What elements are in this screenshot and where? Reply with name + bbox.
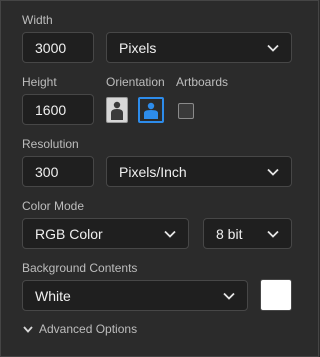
artboards-label: Artboards xyxy=(176,75,229,89)
bit-depth-select[interactable]: 8 bit xyxy=(203,218,292,249)
height-label: Height xyxy=(22,75,57,89)
chevron-down-icon xyxy=(223,292,235,300)
chevron-down-icon xyxy=(23,325,33,333)
width-value: 3000 xyxy=(35,39,67,56)
background-contents-value: White xyxy=(35,287,71,304)
background-contents-label: Background Contents xyxy=(22,261,138,275)
resolution-input[interactable]: 300 xyxy=(22,156,94,187)
resolution-unit-value: Pixels/Inch xyxy=(119,163,187,180)
orientation-label: Orientation xyxy=(106,75,165,89)
artboards-checkbox[interactable] xyxy=(178,103,194,119)
bit-depth-value: 8 bit xyxy=(216,225,243,242)
color-mode-label: Color Mode xyxy=(22,199,85,213)
resolution-unit-select[interactable]: Pixels/Inch xyxy=(106,156,292,187)
chevron-down-icon xyxy=(267,44,279,52)
resolution-value: 300 xyxy=(35,163,59,180)
background-color-swatch[interactable] xyxy=(260,279,292,311)
advanced-options-label: Advanced Options xyxy=(39,322,138,336)
color-mode-value: RGB Color xyxy=(35,225,103,242)
document-settings-panel: Width 3000 Pixels Height Orientation Art… xyxy=(0,0,319,357)
width-unit-select[interactable]: Pixels xyxy=(106,32,292,63)
advanced-options-toggle[interactable]: Advanced Options xyxy=(23,322,137,336)
background-contents-select[interactable]: White xyxy=(22,280,248,311)
chevron-down-icon xyxy=(267,168,279,176)
landscape-icon xyxy=(144,102,158,119)
width-label: Width xyxy=(22,13,53,27)
landscape-orientation-button[interactable] xyxy=(138,97,164,123)
height-input[interactable]: 1600 xyxy=(22,94,94,125)
resolution-label: Resolution xyxy=(22,137,79,151)
height-value: 1600 xyxy=(35,101,67,118)
width-unit-value: Pixels xyxy=(119,39,157,56)
width-input[interactable]: 3000 xyxy=(22,32,94,63)
color-mode-select[interactable]: RGB Color xyxy=(22,218,189,249)
portrait-orientation-button[interactable] xyxy=(106,97,128,123)
chevron-down-icon xyxy=(164,230,176,238)
chevron-down-icon xyxy=(267,230,279,238)
portrait-icon xyxy=(111,101,123,120)
